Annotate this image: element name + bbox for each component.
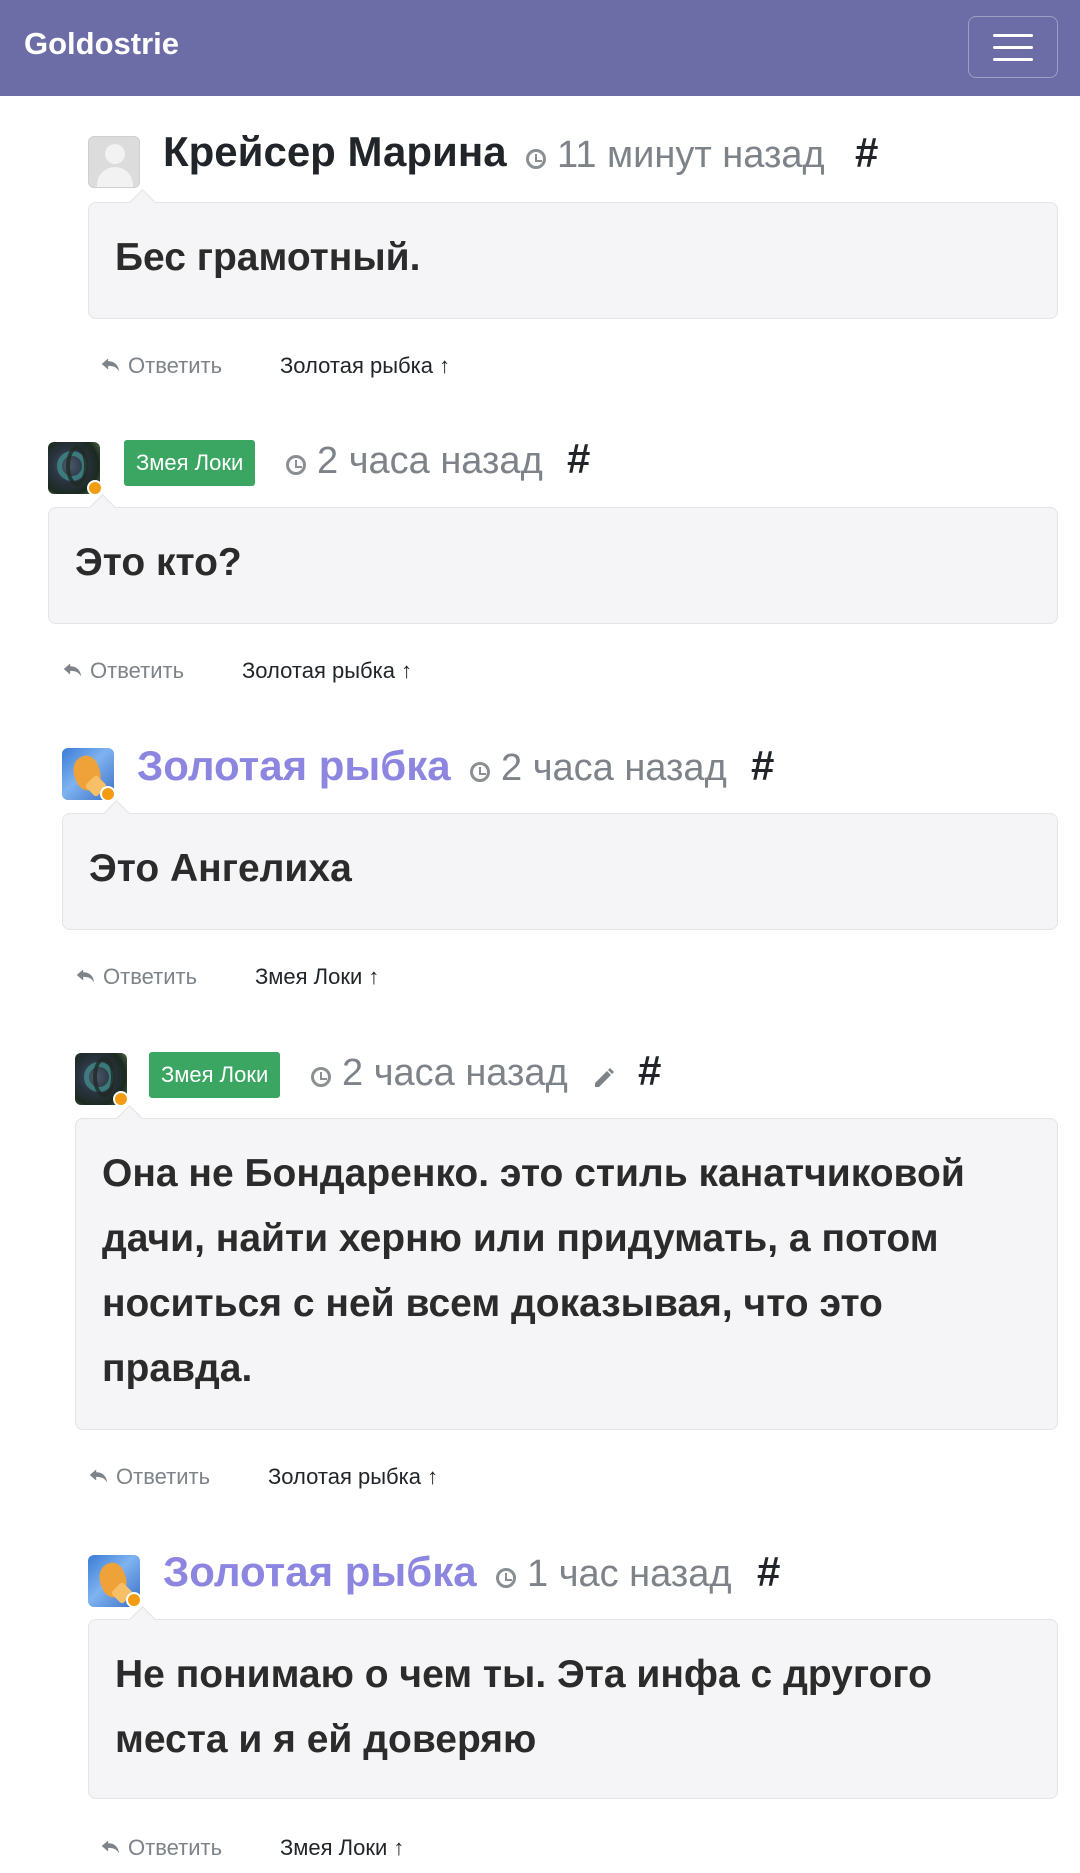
top-navbar: Goldostrie (0, 0, 1080, 96)
history-icon (526, 149, 546, 169)
hamburger-menu-icon[interactable] (968, 16, 1058, 78)
comment-bubble: Она не Бондаренко. это стиль канатчиково… (75, 1118, 1058, 1430)
edit-pencil-icon (595, 1068, 614, 1087)
history-icon (286, 455, 306, 475)
history-icon (311, 1067, 331, 1087)
online-status-dot (87, 480, 103, 496)
comment-time: 2 часа назад (501, 747, 727, 789)
permalink-hash[interactable]: # (751, 742, 774, 790)
comment-bubble: Это Ангелиха (62, 813, 1058, 930)
site-brand[interactable]: Goldostrie (24, 26, 179, 62)
comment-time: 2 часа назад (317, 440, 543, 482)
default-user-icon[interactable] (88, 136, 140, 188)
comment-bubble: Это кто? (48, 507, 1058, 624)
permalink-hash[interactable]: # (638, 1047, 661, 1095)
permalink-hash[interactable]: # (855, 129, 878, 177)
online-status-dot (113, 1091, 129, 1107)
comment-time: 1 час назад (527, 1553, 732, 1595)
reply-button[interactable]: Ответить (103, 964, 197, 990)
online-status-dot (126, 1592, 142, 1608)
reply-button[interactable]: Ответить (128, 353, 222, 379)
reply-button[interactable]: Ответить (128, 1835, 222, 1861)
reply-button[interactable]: Ответить (116, 1464, 210, 1490)
permalink-hash[interactable]: # (757, 1548, 780, 1596)
parent-comment-link[interactable]: Золотая рыбка ↑ (280, 353, 450, 379)
permalink-hash[interactable]: # (567, 435, 590, 483)
history-icon (470, 762, 490, 782)
comment-text: Это Ангелиха (89, 847, 352, 890)
reply-button[interactable]: Ответить (90, 658, 184, 684)
comment-bubble: Не понимаю о чем ты. Эта инфа с другого … (88, 1619, 1058, 1799)
comment-text: Это кто? (75, 541, 242, 584)
reply-icon[interactable] (87, 1464, 109, 1486)
comment-text: Не понимаю о чем ты. Эта инфа с другого … (115, 1653, 932, 1761)
history-icon (496, 1568, 516, 1588)
reply-icon[interactable] (99, 353, 121, 375)
comment-text: Она не Бондаренко. это стиль канатчиково… (102, 1152, 965, 1390)
comment-author-badge[interactable]: Змея Локи (149, 1052, 281, 1098)
comment-bubble: Бес грамотный. (88, 202, 1058, 319)
parent-comment-link[interactable]: Змея Локи ↑ (280, 1835, 404, 1861)
parent-comment-link[interactable]: Золотая рыбка ↑ (242, 658, 412, 684)
reply-icon[interactable] (99, 1835, 121, 1857)
comment-time: 11 минут назад (557, 134, 825, 176)
online-status-dot (100, 786, 116, 802)
reply-icon[interactable] (61, 658, 83, 680)
parent-comment-link[interactable]: Золотая рыбка ↑ (268, 1464, 438, 1490)
reply-icon[interactable] (74, 964, 96, 986)
comment-author[interactable]: Золотая рыбка (137, 742, 451, 790)
comment-text: Бес грамотный. (115, 236, 421, 279)
comment-time: 2 часа назад (342, 1052, 568, 1094)
parent-comment-link[interactable]: Змея Локи ↑ (255, 964, 379, 990)
comment-author[interactable]: Крейсер Марина (163, 128, 507, 176)
comment-author[interactable]: Золотая рыбка (163, 1548, 477, 1596)
comment-author-badge[interactable]: Змея Локи (124, 440, 256, 486)
